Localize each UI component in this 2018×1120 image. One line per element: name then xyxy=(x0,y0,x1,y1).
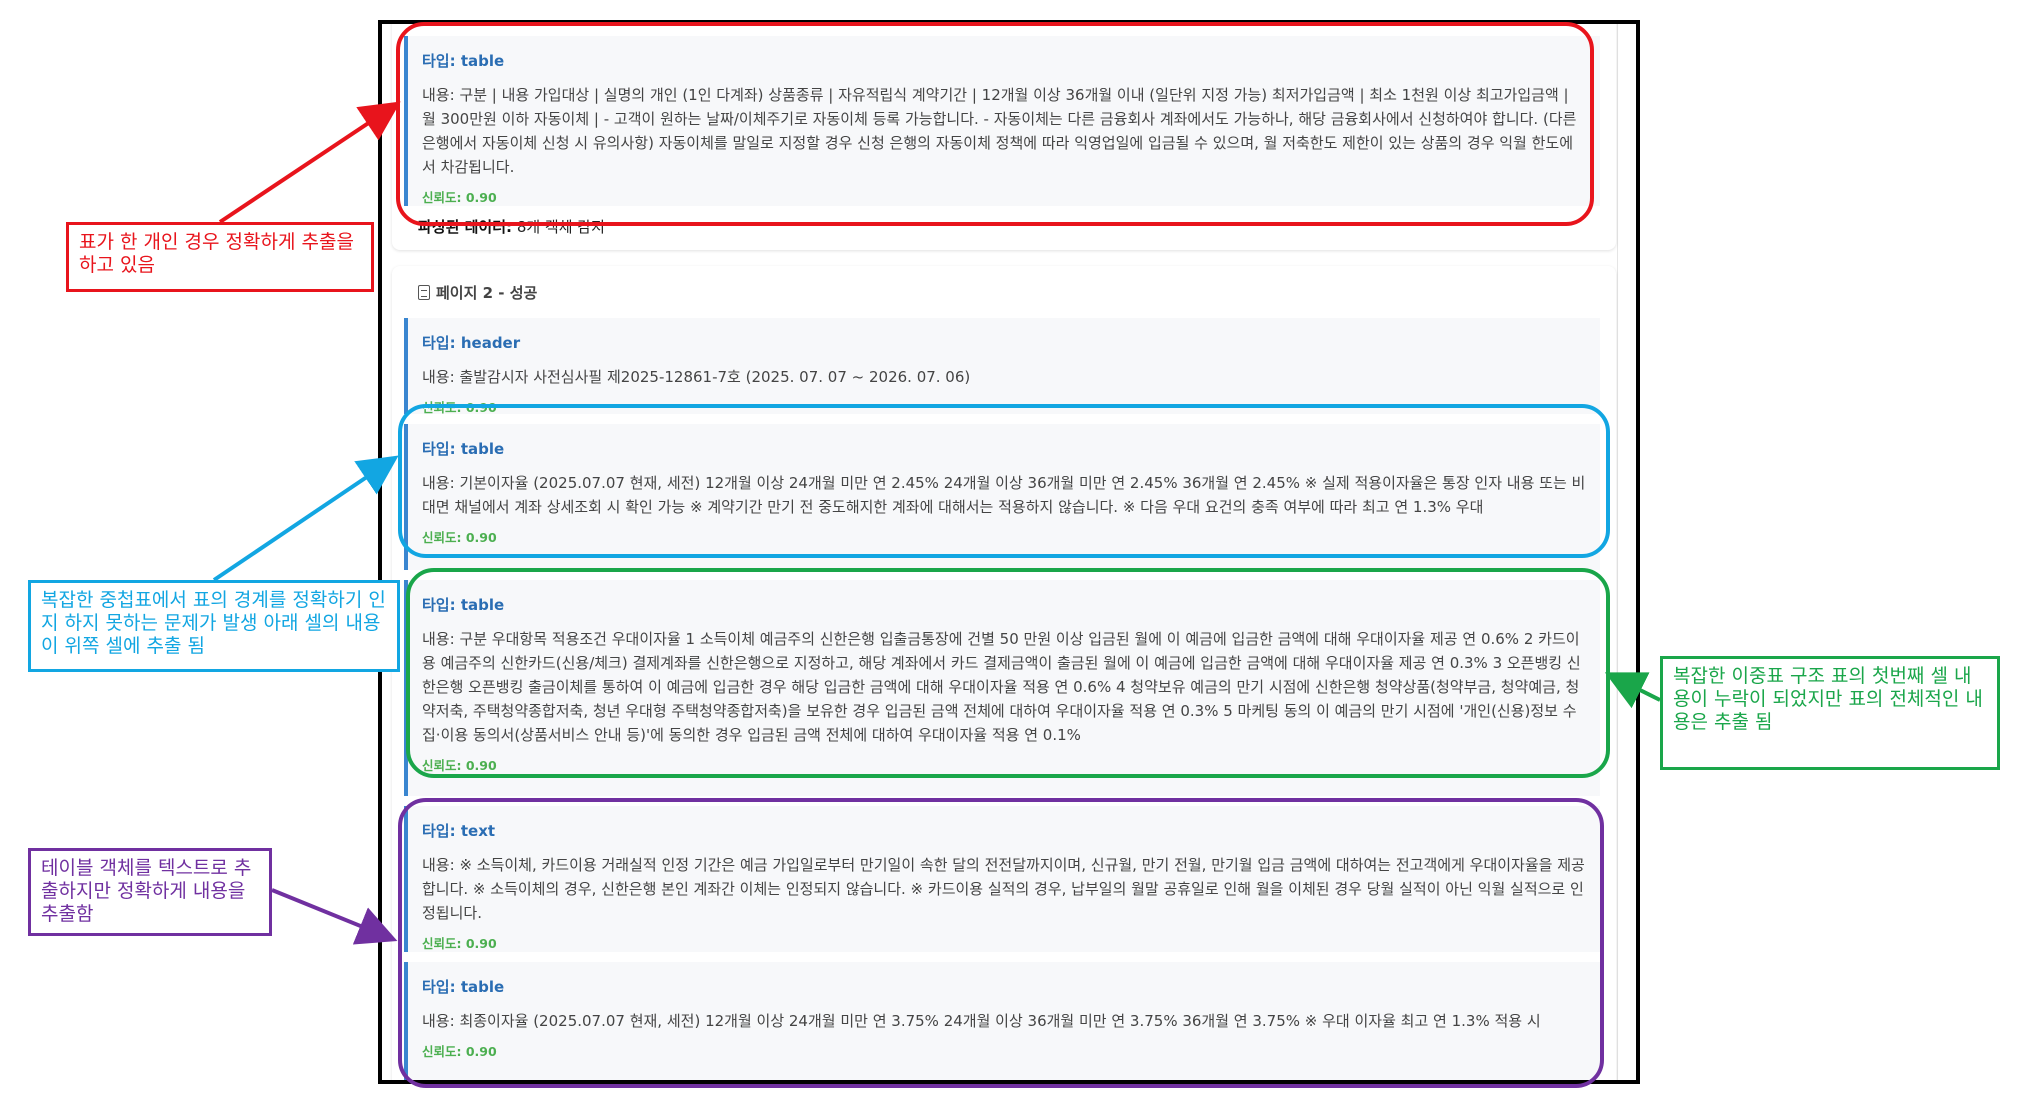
annotation-blue: 복잡한 중첩표에서 표의 경계를 정확하기 인지 하지 못하는 문제가 발생 아… xyxy=(28,580,400,672)
result-item-header: 타입: header 내용: 출발감시자 사전심사필 제2025-12861-7… xyxy=(404,318,1600,415)
annotation-red: 표가 한 개인 경우 정확하게 추출을 하고 있음 xyxy=(66,222,374,292)
highlight-red xyxy=(396,22,1594,226)
highlight-blue xyxy=(398,404,1610,558)
highlight-green xyxy=(406,568,1610,778)
arrow-red xyxy=(218,101,401,224)
arrow-blue xyxy=(212,455,399,582)
highlight-purple xyxy=(398,798,1604,1088)
item-type: 타입: header xyxy=(422,334,521,352)
scrollbar-track[interactable] xyxy=(1617,24,1618,1080)
annotation-purple: 테이블 객체를 텍스트로 추출하지만 정확하게 내용을 추출함 xyxy=(28,848,272,936)
page-2-title: 페이지 2 - 성공 xyxy=(418,282,537,303)
item-content: 내용: 출발감시자 사전심사필 제2025-12861-7호 (2025. 07… xyxy=(422,368,971,386)
arrow-purple xyxy=(271,888,398,945)
document-icon xyxy=(418,285,430,300)
annotation-green: 복잡한 이중표 구조 표의 첫번째 셀 내용이 누락이 되었지만 표의 전체적인… xyxy=(1660,656,2000,770)
